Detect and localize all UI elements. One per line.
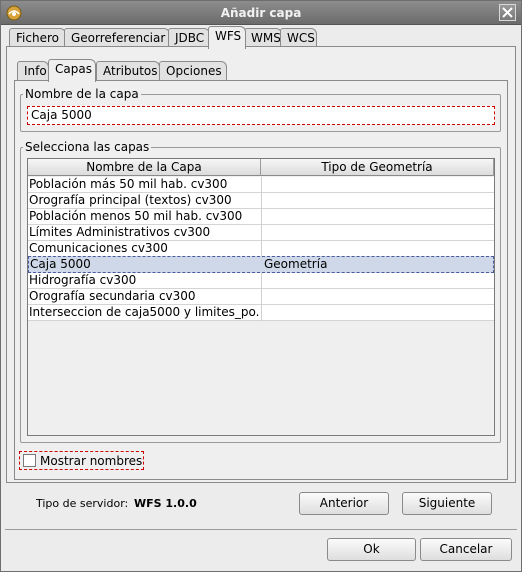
table-header: Nombre de la Capa Tipo de Geometría: [28, 159, 494, 176]
tab-fichero[interactable]: Fichero: [9, 28, 66, 48]
geometry-type-cell: [262, 193, 492, 208]
server-type-value: WFS 1.0.0: [134, 497, 197, 510]
show-names-label: Mostrar nombres: [40, 454, 143, 468]
window-title: Añadir capa: [220, 6, 302, 20]
tab-wms[interactable]: WMS: [244, 28, 282, 48]
cancel-button[interactable]: Cancelar: [420, 538, 512, 561]
layer-name-cell: Comunicaciones cv300: [29, 241, 168, 255]
layer-name-cell: Límites Administrativos cv300: [29, 225, 211, 239]
tab-opciones[interactable]: Opciones: [159, 61, 227, 81]
layer-name-legend: Nombre de la capa: [25, 87, 139, 101]
title-bar[interactable]: Añadir capa: [1, 1, 521, 25]
tab-wfs[interactable]: WFS: [208, 26, 246, 49]
geometry-type-cell: [262, 209, 492, 224]
layer-name-cell: Población más 50 mil hab. cv300: [29, 177, 228, 191]
add-layer-dialog: Añadir capa Fichero Georreferenciar JDBC…: [0, 0, 522, 572]
table-row[interactable]: Interseccion de caja5000 y limites_po...: [28, 305, 494, 321]
table-row[interactable]: Límites Administrativos cv300: [28, 225, 494, 241]
table-row-selected[interactable]: Caja 5000 Geometría: [28, 256, 494, 273]
table-row[interactable]: Hidrografía cv300: [28, 273, 494, 289]
layer-name-input[interactable]: Caja 5000: [27, 106, 495, 125]
tab-capas[interactable]: Capas: [48, 59, 96, 82]
geometry-type-cell: Geometría: [264, 257, 328, 271]
table-row[interactable]: Comunicaciones cv300: [28, 241, 494, 257]
geometry-type-cell: [262, 225, 492, 240]
geometry-type-cell: [262, 305, 492, 320]
column-header-name[interactable]: Nombre de la Capa: [28, 159, 261, 176]
ok-button[interactable]: Ok: [327, 538, 416, 561]
tab-info[interactable]: Info: [17, 61, 49, 81]
geometry-type-cell: [262, 273, 492, 288]
layer-name-cell: Hidrografía cv300: [29, 273, 137, 287]
tab-jdbc[interactable]: JDBC: [168, 28, 210, 48]
layer-name-cell: Orografía secundaria cv300: [29, 289, 196, 303]
layer-name-cell: Orografía principal (textos) cv300: [29, 193, 232, 207]
geometry-type-cell: [262, 177, 492, 192]
server-type-label: Tipo de servidor:: [36, 497, 129, 510]
checkbox-box[interactable]: [23, 454, 36, 467]
table-row[interactable]: Población más 50 mil hab. cv300: [28, 177, 494, 193]
tab-wcs[interactable]: WCS: [280, 28, 317, 48]
table-row[interactable]: Población menos 50 mil hab. cv300: [28, 209, 494, 225]
geometry-type-cell: [262, 241, 492, 256]
table-row[interactable]: Orografía principal (textos) cv300: [28, 193, 494, 209]
layers-table: Nombre de la Capa Tipo de Geometría Pobl…: [27, 158, 495, 436]
show-names-checkbox[interactable]: Mostrar nombres: [19, 451, 144, 470]
layer-name-cell: Interseccion de caja5000 y limites_po...: [29, 305, 260, 319]
column-header-geometry-type[interactable]: Tipo de Geometría: [261, 159, 494, 176]
close-icon: [502, 7, 513, 18]
select-layers-legend: Selecciona las capas: [25, 140, 150, 154]
table-row[interactable]: Orografía secundaria cv300: [28, 289, 494, 305]
layer-name-cell: Población menos 50 mil hab. cv300: [29, 209, 243, 223]
geometry-type-cell: [262, 289, 492, 304]
footer-separator: [5, 529, 517, 530]
previous-button[interactable]: Anterior: [299, 492, 389, 515]
tab-georreferenciar[interactable]: Georreferenciar: [64, 28, 170, 48]
next-button[interactable]: Siguiente: [402, 492, 492, 515]
close-button[interactable]: [499, 4, 516, 21]
layer-name-cell: Caja 5000: [30, 257, 91, 271]
sub-tabs: Info Capas Atributos Opciones: [14, 59, 508, 82]
tab-atributos[interactable]: Atributos: [96, 61, 160, 81]
main-tabs: Fichero Georreferenciar JDBC WFS WMS WCS: [6, 26, 516, 49]
